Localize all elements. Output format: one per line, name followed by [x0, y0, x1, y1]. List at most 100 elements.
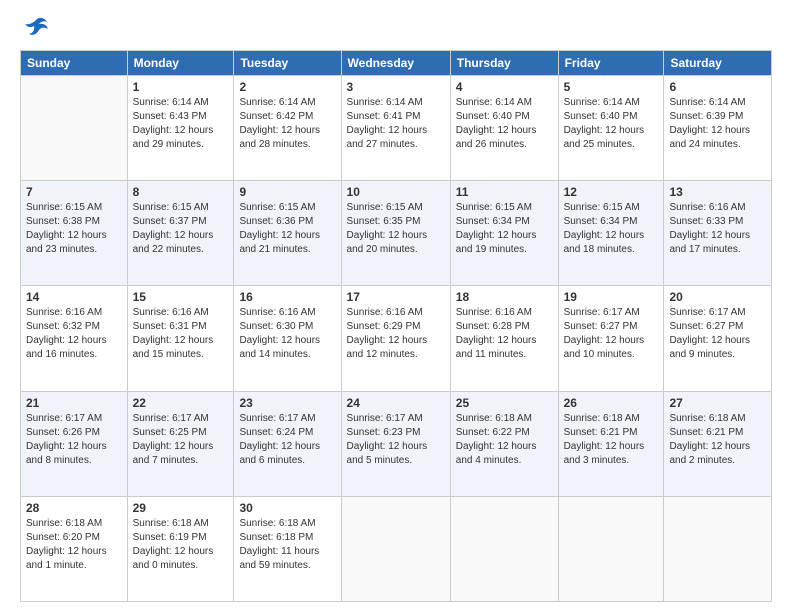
day-number: 13	[669, 185, 766, 199]
logo-bird-icon	[23, 16, 49, 40]
calendar-day-cell	[664, 496, 772, 601]
day-info: Sunrise: 6:17 AMSunset: 6:26 PMDaylight:…	[26, 412, 122, 468]
logo	[20, 16, 49, 40]
day-info: Sunrise: 6:14 AMSunset: 6:40 PMDaylight:…	[456, 96, 553, 152]
calendar-day-cell: 15 Sunrise: 6:16 AMSunset: 6:31 PMDayligh…	[127, 286, 234, 391]
day-info: Sunrise: 6:15 AMSunset: 6:35 PMDaylight:…	[347, 201, 445, 257]
calendar-week-row: 1 Sunrise: 6:14 AMSunset: 6:43 PMDaylight…	[21, 76, 772, 181]
day-number: 22	[133, 396, 229, 410]
day-number: 6	[669, 80, 766, 94]
calendar-day-cell: 13 Sunrise: 6:16 AMSunset: 6:33 PMDayligh…	[664, 181, 772, 286]
calendar-day-cell: 27 Sunrise: 6:18 AMSunset: 6:21 PMDayligh…	[664, 391, 772, 496]
calendar-day-cell: 19Sunrise: 6:17 AMSunset: 6:27 PMDayligh…	[558, 286, 664, 391]
calendar-day-cell: 29 Sunrise: 6:18 AMSunset: 6:19 PMDayligh…	[127, 496, 234, 601]
day-info: Sunrise: 6:18 AMSunset: 6:18 PMDaylight:…	[239, 517, 335, 573]
calendar-header-row: Sunday Monday Tuesday Wednesday Thursday…	[21, 51, 772, 76]
calendar-day-cell: 25 Sunrise: 6:18 AMSunset: 6:22 PMDayligh…	[450, 391, 558, 496]
calendar-day-cell: 5Sunrise: 6:14 AMSunset: 6:40 PMDaylight…	[558, 76, 664, 181]
day-info: Sunrise: 6:16 AMSunset: 6:29 PMDaylight:…	[347, 306, 445, 362]
calendar-day-cell: 10 Sunrise: 6:15 AMSunset: 6:35 PMDayligh…	[341, 181, 450, 286]
day-info: Sunrise: 6:16 AMSunset: 6:33 PMDaylight:…	[669, 201, 766, 257]
calendar-table: Sunday Monday Tuesday Wednesday Thursday…	[20, 50, 772, 602]
col-thursday: Thursday	[450, 51, 558, 76]
calendar-day-cell: 14 Sunrise: 6:16 AMSunset: 6:32 PMDayligh…	[21, 286, 128, 391]
calendar-week-row: 21 Sunrise: 6:17 AMSunset: 6:26 PMDayligh…	[21, 391, 772, 496]
calendar-day-cell: 21 Sunrise: 6:17 AMSunset: 6:26 PMDayligh…	[21, 391, 128, 496]
day-info: Sunrise: 6:15 AMSunset: 6:34 PMDaylight:…	[564, 201, 659, 257]
calendar-day-cell: 24 Sunrise: 6:17 AMSunset: 6:23 PMDayligh…	[341, 391, 450, 496]
page: Sunday Monday Tuesday Wednesday Thursday…	[0, 0, 792, 612]
day-info: Sunrise: 6:15 AMSunset: 6:34 PMDaylight:…	[456, 201, 553, 257]
calendar-day-cell: 3 Sunrise: 6:14 AMSunset: 6:41 PMDaylight…	[341, 76, 450, 181]
day-number: 12	[564, 185, 659, 199]
day-number: 8	[133, 185, 229, 199]
calendar-day-cell: 23 Sunrise: 6:17 AMSunset: 6:24 PMDayligh…	[234, 391, 341, 496]
calendar-day-cell: 16Sunrise: 6:16 AMSunset: 6:30 PMDayligh…	[234, 286, 341, 391]
calendar-day-cell: 22 Sunrise: 6:17 AMSunset: 6:25 PMDayligh…	[127, 391, 234, 496]
calendar-day-cell: 11 Sunrise: 6:15 AMSunset: 6:34 PMDayligh…	[450, 181, 558, 286]
day-info: Sunrise: 6:18 AMSunset: 6:21 PMDaylight:…	[564, 412, 659, 468]
day-info: Sunrise: 6:16 AMSunset: 6:28 PMDaylight:…	[456, 306, 553, 362]
calendar-day-cell: 6Sunrise: 6:14 AMSunset: 6:39 PMDaylight…	[664, 76, 772, 181]
day-number: 14	[26, 290, 122, 304]
calendar-day-cell	[341, 496, 450, 601]
day-info: Sunrise: 6:18 AMSunset: 6:22 PMDaylight:…	[456, 412, 553, 468]
day-number: 1	[133, 80, 229, 94]
calendar-day-cell: 4 Sunrise: 6:14 AMSunset: 6:40 PMDaylight…	[450, 76, 558, 181]
day-number: 29	[133, 501, 229, 515]
col-tuesday: Tuesday	[234, 51, 341, 76]
calendar-day-cell	[450, 496, 558, 601]
day-info: Sunrise: 6:17 AMSunset: 6:27 PMDaylight:…	[564, 306, 659, 362]
col-saturday: Saturday	[664, 51, 772, 76]
day-info: Sunrise: 6:18 AMSunset: 6:20 PMDaylight:…	[26, 517, 122, 573]
day-info: Sunrise: 6:14 AMSunset: 6:43 PMDaylight:…	[133, 96, 229, 152]
day-number: 9	[239, 185, 335, 199]
calendar-week-row: 28Sunrise: 6:18 AMSunset: 6:20 PMDayligh…	[21, 496, 772, 601]
day-number: 3	[347, 80, 445, 94]
day-number: 26	[564, 396, 659, 410]
day-number: 10	[347, 185, 445, 199]
calendar-day-cell: 18Sunrise: 6:16 AMSunset: 6:28 PMDayligh…	[450, 286, 558, 391]
day-number: 27	[669, 396, 766, 410]
col-friday: Friday	[558, 51, 664, 76]
calendar-week-row: 7 Sunrise: 6:15 AMSunset: 6:38 PMDaylight…	[21, 181, 772, 286]
calendar-day-cell: 9 Sunrise: 6:15 AMSunset: 6:36 PMDaylight…	[234, 181, 341, 286]
day-info: Sunrise: 6:15 AMSunset: 6:38 PMDaylight:…	[26, 201, 122, 257]
day-number: 25	[456, 396, 553, 410]
day-info: Sunrise: 6:14 AMSunset: 6:40 PMDaylight:…	[564, 96, 659, 152]
day-info: Sunrise: 6:17 AMSunset: 6:25 PMDaylight:…	[133, 412, 229, 468]
day-number: 24	[347, 396, 445, 410]
calendar-day-cell: 30Sunrise: 6:18 AMSunset: 6:18 PMDayligh…	[234, 496, 341, 601]
day-number: 11	[456, 185, 553, 199]
day-number: 4	[456, 80, 553, 94]
day-info: Sunrise: 6:16 AMSunset: 6:31 PMDaylight:…	[133, 306, 229, 362]
day-info: Sunrise: 6:17 AMSunset: 6:24 PMDaylight:…	[239, 412, 335, 468]
day-info: Sunrise: 6:18 AMSunset: 6:21 PMDaylight:…	[669, 412, 766, 468]
calendar-day-cell: 17 Sunrise: 6:16 AMSunset: 6:29 PMDayligh…	[341, 286, 450, 391]
day-number: 2	[239, 80, 335, 94]
day-number: 17	[347, 290, 445, 304]
calendar-day-cell: 1 Sunrise: 6:14 AMSunset: 6:43 PMDaylight…	[127, 76, 234, 181]
calendar-day-cell: 12 Sunrise: 6:15 AMSunset: 6:34 PMDayligh…	[558, 181, 664, 286]
day-number: 21	[26, 396, 122, 410]
day-number: 15	[133, 290, 229, 304]
calendar-day-cell: 28Sunrise: 6:18 AMSunset: 6:20 PMDayligh…	[21, 496, 128, 601]
day-number: 7	[26, 185, 122, 199]
day-number: 20	[669, 290, 766, 304]
day-info: Sunrise: 6:16 AMSunset: 6:32 PMDaylight:…	[26, 306, 122, 362]
day-info: Sunrise: 6:17 AMSunset: 6:23 PMDaylight:…	[347, 412, 445, 468]
calendar-day-cell	[558, 496, 664, 601]
day-info: Sunrise: 6:14 AMSunset: 6:41 PMDaylight:…	[347, 96, 445, 152]
day-info: Sunrise: 6:17 AMSunset: 6:27 PMDaylight:…	[669, 306, 766, 362]
calendar-day-cell: 8 Sunrise: 6:15 AMSunset: 6:37 PMDaylight…	[127, 181, 234, 286]
day-info: Sunrise: 6:15 AMSunset: 6:37 PMDaylight:…	[133, 201, 229, 257]
calendar-day-cell	[21, 76, 128, 181]
day-number: 23	[239, 396, 335, 410]
calendar-day-cell: 7 Sunrise: 6:15 AMSunset: 6:38 PMDaylight…	[21, 181, 128, 286]
calendar-day-cell: 20 Sunrise: 6:17 AMSunset: 6:27 PMDayligh…	[664, 286, 772, 391]
header	[20, 16, 772, 40]
calendar-week-row: 14 Sunrise: 6:16 AMSunset: 6:32 PMDayligh…	[21, 286, 772, 391]
day-info: Sunrise: 6:18 AMSunset: 6:19 PMDaylight:…	[133, 517, 229, 573]
day-number: 16	[239, 290, 335, 304]
day-info: Sunrise: 6:15 AMSunset: 6:36 PMDaylight:…	[239, 201, 335, 257]
